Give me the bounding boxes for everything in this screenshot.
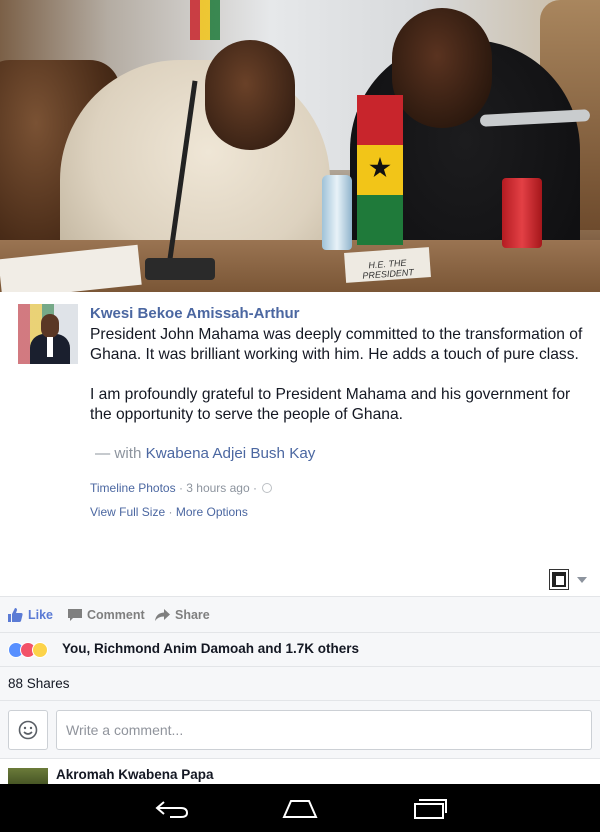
name-placard: H.E. THE PRESIDENT (344, 247, 431, 283)
shares-count[interactable]: 88 Shares (0, 667, 600, 701)
post-body: Kwesi Bekoe Amissah-Arthur President Joh… (0, 292, 600, 596)
post-photo[interactable]: H.E. THE PRESIDENT (0, 0, 600, 292)
chevron-down-icon[interactable] (577, 577, 587, 583)
reaction-icons (8, 642, 58, 658)
comment-icon (68, 608, 82, 621)
view-full-size-link[interactable]: View Full Size (90, 505, 165, 519)
photo-options: View Full Size · More Options (90, 505, 248, 519)
post-meta: Timeline Photos · 3 hours ago · (90, 481, 273, 495)
shares-text: 88 Shares (8, 676, 70, 691)
man-right-head (392, 8, 492, 128)
reactions-text: You, Richmond Anim Damoah and 1.7K other… (62, 641, 360, 656)
comment-label: Comment (87, 608, 145, 622)
post-caption: President John Mahama was deeply committ… (90, 325, 590, 425)
like-button[interactable]: Like (8, 597, 53, 633)
thumbs-up-icon (8, 608, 23, 622)
comment-composer (0, 701, 600, 758)
haha-reaction-icon (32, 642, 48, 658)
separator: · (168, 505, 173, 519)
author-name[interactable]: Kwesi Bekoe Amissah-Arthur (90, 305, 300, 322)
share-label: Share (175, 608, 210, 622)
back-button[interactable] (152, 796, 192, 822)
ghana-flag (357, 95, 403, 245)
tagged-line: — with Kwabena Adjei Bush Kay (95, 445, 315, 462)
more-options-link[interactable]: More Options (176, 505, 248, 519)
post-time: · 3 hours ago · (178, 481, 257, 495)
author-avatar[interactable] (18, 304, 78, 364)
home-icon (282, 800, 318, 818)
man-left-head (205, 40, 295, 150)
recent-apps-icon (414, 799, 447, 819)
emoji-button[interactable] (8, 710, 48, 750)
share-arrow-icon (155, 609, 170, 621)
water-bottle (322, 175, 352, 250)
page-icon[interactable] (549, 569, 569, 590)
reactions-summary[interactable]: You, Richmond Anim Damoah and 1.7K other… (0, 633, 600, 667)
recent-apps-button[interactable] (410, 796, 450, 822)
action-bar: Like Comment Share (0, 596, 600, 633)
caption-paragraph-1: President John Mahama was deeply committ… (90, 326, 583, 363)
tagged-person-link[interactable]: Kwabena Adjei Bush Kay (146, 445, 316, 462)
comment-input[interactable] (56, 710, 592, 750)
like-label: Like (28, 608, 54, 622)
caption-paragraph-2: I am profoundly grateful to President Ma… (90, 386, 571, 423)
globe-icon (262, 483, 273, 493)
commenter-avatar[interactable] (8, 768, 48, 784)
flag-top (190, 0, 220, 40)
system-nav-bar (0, 784, 600, 832)
commenter-name[interactable]: Akromah Kwabena Papa (56, 767, 214, 782)
with-prefix: — with (95, 445, 142, 462)
microphone-base (145, 258, 215, 280)
back-arrow-icon (155, 801, 189, 818)
red-cup (502, 178, 542, 248)
smiley-icon (18, 720, 38, 740)
comment-item: Akromah Kwabena Papa (0, 758, 600, 784)
share-button[interactable]: Share (155, 597, 210, 633)
home-button[interactable] (280, 796, 320, 822)
comment-button[interactable]: Comment (68, 597, 145, 633)
album-link[interactable]: Timeline Photos (90, 481, 176, 495)
flag-star (369, 157, 391, 178)
